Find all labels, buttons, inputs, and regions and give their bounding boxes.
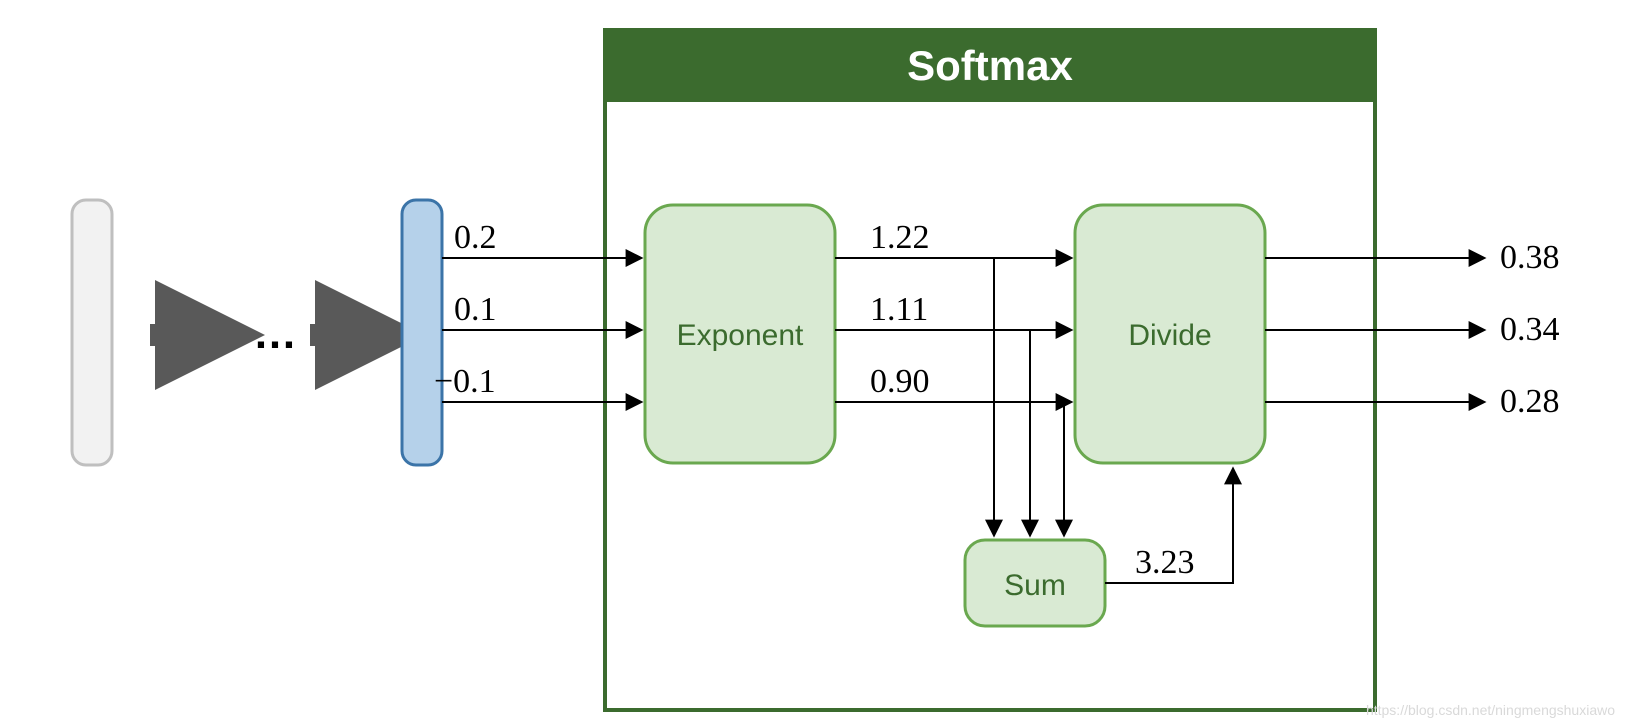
input-value-3: −0.1 <box>434 363 496 400</box>
exp-value-3: 0.90 <box>870 363 930 400</box>
watermark: https://blog.csdn.net/ningmengshuxiawo <box>1366 702 1615 718</box>
divide-label: Divide <box>1128 319 1211 352</box>
output-value-3: 0.28 <box>1500 383 1560 420</box>
softmax-diagram: … Softmax Exponent Divide Sum 0.2 0.1 −0… <box>0 0 1625 721</box>
sum-label: Sum <box>1004 569 1066 602</box>
input-column-grey <box>72 200 112 465</box>
output-value-2: 0.34 <box>1500 311 1560 348</box>
sum-value: 3.23 <box>1135 544 1195 581</box>
input-column-blue <box>402 200 442 465</box>
output-value-1: 0.38 <box>1500 239 1560 276</box>
exponent-label: Exponent <box>677 319 804 352</box>
exp-value-2: 1.11 <box>870 291 928 328</box>
input-value-1: 0.2 <box>454 219 497 256</box>
ellipsis: … <box>253 309 297 358</box>
exp-value-1: 1.22 <box>870 219 930 256</box>
softmax-title: Softmax <box>907 42 1073 89</box>
input-value-2: 0.1 <box>454 291 497 328</box>
